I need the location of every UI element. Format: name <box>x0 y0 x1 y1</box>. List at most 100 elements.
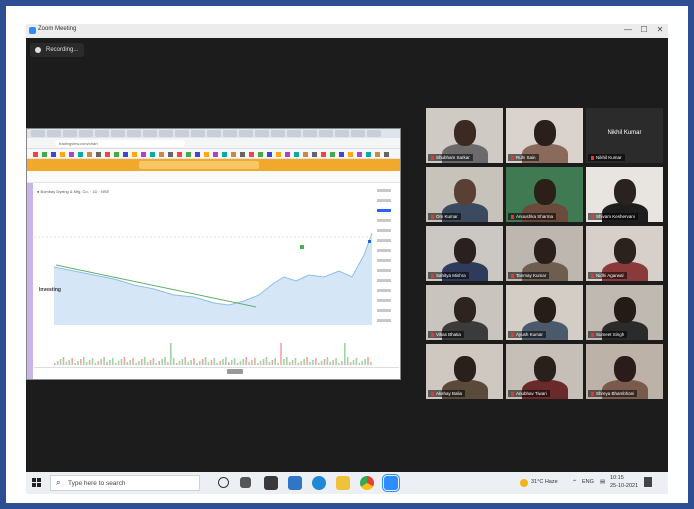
bookmark-icon[interactable] <box>87 152 92 157</box>
close-button[interactable]: ✕ <box>652 25 668 34</box>
cortana-icon[interactable] <box>218 477 229 488</box>
bookmark-icon[interactable] <box>231 152 236 157</box>
browser-tab[interactable] <box>143 130 157 137</box>
bookmark-icon[interactable] <box>96 152 101 157</box>
bookmark-icon[interactable] <box>384 152 389 157</box>
bookmark-icon[interactable] <box>168 152 173 157</box>
bookmark-icon[interactable] <box>240 152 245 157</box>
bookmark-icon[interactable] <box>357 152 362 157</box>
browser-tab[interactable] <box>223 130 237 137</box>
bookmark-icon[interactable] <box>195 152 200 157</box>
mail-icon[interactable] <box>288 476 302 490</box>
bookmark-icon[interactable] <box>150 152 155 157</box>
browser-tab[interactable] <box>111 130 125 137</box>
edge-icon[interactable] <box>312 476 326 490</box>
browser-tab[interactable] <box>95 130 109 137</box>
browser-tab[interactable] <box>303 130 317 137</box>
notification-icon[interactable] <box>644 477 652 487</box>
bookmark-icon[interactable] <box>186 152 191 157</box>
taskbar-search-box[interactable]: ⌕ Type here to search <box>50 475 200 491</box>
chart-scrollbar[interactable] <box>227 369 243 374</box>
participant-tile[interactable]: Tanmay Kumar <box>506 226 583 281</box>
language-indicator[interactable]: ENG <box>582 479 594 485</box>
bookmark-icon[interactable] <box>249 152 254 157</box>
bookmark-icon[interactable] <box>267 152 272 157</box>
participant-tile[interactable]: Ruhi Sain <box>506 108 583 163</box>
bookmark-icon[interactable] <box>33 152 38 157</box>
browser-tab[interactable] <box>319 130 333 137</box>
browser-tab[interactable] <box>191 130 205 137</box>
browser-tab[interactable] <box>335 130 349 137</box>
clock-date[interactable]: 25-10-2021 <box>610 483 638 489</box>
task-view-icon[interactable] <box>240 477 251 488</box>
bookmark-icon[interactable] <box>375 152 380 157</box>
participant-tile[interactable]: Nidhi Agarwal <box>586 226 663 281</box>
participant-tile[interactable]: Om Kumar <box>426 167 503 222</box>
bookmark-icon[interactable] <box>141 152 146 157</box>
bookmark-icon[interactable] <box>330 152 335 157</box>
browser-tab[interactable] <box>351 130 365 137</box>
store-icon[interactable] <box>264 476 278 490</box>
file-explorer-icon[interactable] <box>336 476 350 490</box>
recording-indicator[interactable]: Recording... <box>30 43 85 57</box>
bookmark-icon[interactable] <box>321 152 326 157</box>
zoom-taskbar-icon[interactable] <box>382 474 400 492</box>
bookmark-icon[interactable] <box>105 152 110 157</box>
bookmark-icon[interactable] <box>132 152 137 157</box>
clock-time[interactable]: 10:15 <box>610 475 624 481</box>
minimize-button[interactable]: — <box>620 25 636 34</box>
participant-tile[interactable]: Sumeet Singh <box>586 285 663 340</box>
bookmark-icon[interactable] <box>294 152 299 157</box>
bookmark-icon[interactable] <box>285 152 290 157</box>
bookmark-icon[interactable] <box>366 152 371 157</box>
participant-tile[interactable]: Shubham Sarkar <box>426 108 503 163</box>
browser-tab[interactable] <box>63 130 77 137</box>
browser-tab[interactable] <box>255 130 269 137</box>
bookmark-icon[interactable] <box>348 152 353 157</box>
bookmark-icon[interactable] <box>42 152 47 157</box>
participant-tile[interactable]: Anubhav Tiwari <box>506 344 583 399</box>
browser-tab[interactable] <box>367 130 381 137</box>
participant-tile[interactable]: Shivam Keshervani <box>586 167 663 222</box>
bookmark-icon[interactable] <box>123 152 128 157</box>
bookmark-icon[interactable] <box>339 152 344 157</box>
bookmark-icon[interactable] <box>69 152 74 157</box>
browser-tab[interactable] <box>271 130 285 137</box>
browser-tab[interactable] <box>47 130 61 137</box>
bookmark-icon[interactable] <box>303 152 308 157</box>
bookmark-icon[interactable] <box>51 152 56 157</box>
tray-arrow-icon[interactable]: ⌃ <box>572 479 577 486</box>
bookmark-icon[interactable] <box>213 152 218 157</box>
maximize-button[interactable]: ☐ <box>636 25 652 34</box>
bookmark-icon[interactable] <box>276 152 281 157</box>
browser-tab[interactable] <box>207 130 221 137</box>
bookmark-icon[interactable] <box>222 152 227 157</box>
bookmark-icon[interactable] <box>312 152 317 157</box>
bookmark-icon[interactable] <box>258 152 263 157</box>
browser-tab[interactable] <box>127 130 141 137</box>
weather-text[interactable]: 31°C Haze <box>531 479 558 485</box>
participant-tile[interactable]: Shreya Bhambhani <box>586 344 663 399</box>
participant-tile[interactable]: Vikas Bhatia <box>426 285 503 340</box>
shared-screen[interactable]: tradingview.com/chart ● Bombay Dyeing & … <box>26 128 401 380</box>
bookmark-icon[interactable] <box>177 152 182 157</box>
participant-tile[interactable]: Ayush Kumar <box>506 285 583 340</box>
browser-tab[interactable] <box>159 130 173 137</box>
participant-tile[interactable]: Anoushka Sharma <box>506 167 583 222</box>
bookmark-icon[interactable] <box>114 152 119 157</box>
url-field[interactable]: tradingview.com/chart <box>55 140 185 147</box>
browser-tab[interactable] <box>31 130 45 137</box>
windows-start-button[interactable] <box>32 478 42 488</box>
browser-tab[interactable] <box>175 130 189 137</box>
bookmark-icon[interactable] <box>159 152 164 157</box>
bookmark-icon[interactable] <box>60 152 65 157</box>
participant-tile[interactable]: Akshay Balia <box>426 344 503 399</box>
bookmark-icon[interactable] <box>204 152 209 157</box>
network-icon[interactable]: ▤ <box>600 479 605 485</box>
participant-tile[interactable]: Sahitya Mishra <box>426 226 503 281</box>
chrome-icon[interactable] <box>360 476 374 490</box>
browser-tab[interactable] <box>79 130 93 137</box>
browser-tab[interactable] <box>287 130 301 137</box>
bookmark-icon[interactable] <box>78 152 83 157</box>
browser-tab[interactable] <box>239 130 253 137</box>
